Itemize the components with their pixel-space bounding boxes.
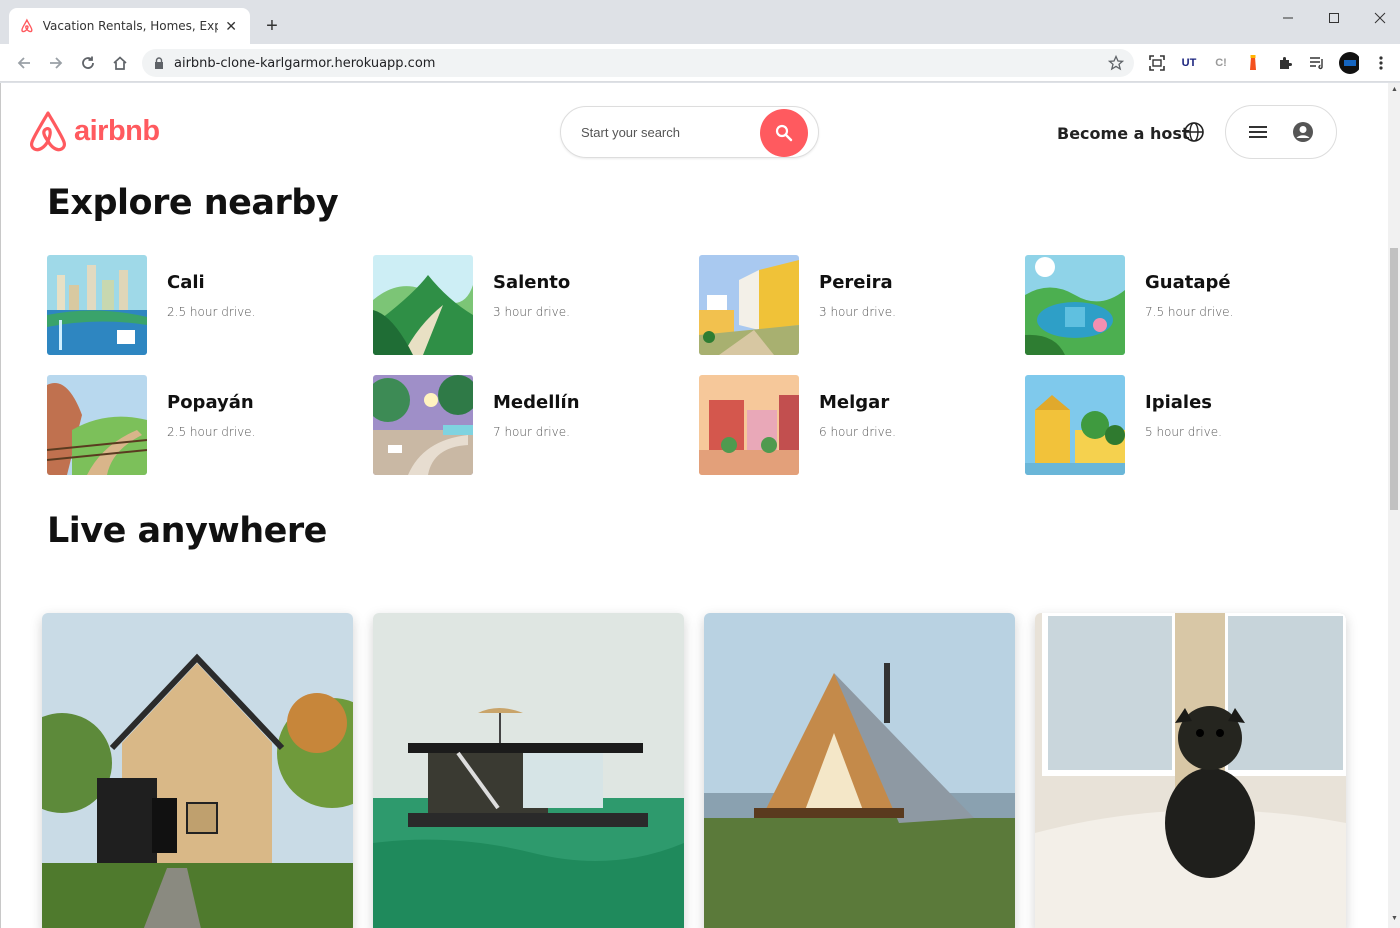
place-thumbnail [373,375,473,475]
place-name: Melgar [819,391,890,413]
tab-close-icon[interactable]: ✕ [222,17,240,35]
tab-title: Vacation Rentals, Homes, Experie [42,19,219,33]
place-card[interactable]: Ipiales 5 hour drive. [1025,375,1325,475]
become-a-host-link[interactable]: Become a host [1057,124,1190,143]
live-anywhere-card[interactable] [1035,613,1346,928]
reload-icon[interactable] [78,53,98,73]
airbnb-favicon-icon [21,18,33,33]
place-thumbnail [47,255,147,355]
page-viewport: airbnb Become a host Explore nearby Cali… [0,83,1388,928]
browser-tab[interactable]: Vacation Rentals, Homes, Experie ✕ [9,8,250,44]
lighthouse-extension-icon[interactable] [1243,53,1263,73]
hamburger-menu-icon [1249,126,1267,138]
place-distance: 3 hour drive. [819,304,896,319]
live-anywhere-heading: Live anywhere [47,511,327,551]
place-name: Guatapé [1145,271,1231,293]
scroll-up-icon[interactable]: ▲ [1391,86,1398,93]
search-button[interactable] [760,109,808,157]
place-name: Pereira [819,271,893,293]
place-distance: 2.5 hour drive. [167,304,256,319]
place-name: Cali [167,271,205,293]
ci-extension-icon[interactable]: C! [1211,53,1231,73]
close-window-icon[interactable] [1357,8,1400,28]
place-card[interactable]: Guatapé 7.5 hour drive. [1025,255,1325,355]
live-anywhere-card[interactable] [704,613,1015,928]
user-menu-button[interactable] [1225,105,1337,159]
explore-nearby-heading: Explore nearby [47,183,339,223]
place-distance: 2.5 hour drive. [167,424,256,439]
place-name: Salento [493,271,571,293]
scrollbar-thumb[interactable] [1390,248,1398,510]
place-card[interactable]: Popayán 2.5 hour drive. [47,375,347,475]
place-card[interactable]: Pereira 3 hour drive. [699,255,999,355]
a-frame-cabin-photo [704,613,1015,928]
place-thumbnail [699,375,799,475]
airbnb-logo-icon [30,111,66,152]
browser-menu-icon[interactable] [1371,53,1391,73]
scroll-down-icon[interactable]: ▼ [1391,915,1398,922]
browser-tabstrip: Vacation Rentals, Homes, Experie ✕ + [0,0,1400,44]
place-card[interactable]: Cali 2.5 hour drive. [47,255,347,355]
user-avatar-icon [1293,122,1313,142]
place-thumbnail [1025,255,1125,355]
globe-icon[interactable] [1183,121,1205,143]
cabin-photo [42,613,353,928]
place-card[interactable]: Salento 3 hour drive. [373,255,673,355]
live-anywhere-card[interactable] [373,613,684,928]
place-thumbnail [47,375,147,475]
place-thumbnail [699,255,799,355]
minimize-icon[interactable] [1265,8,1311,28]
search-input[interactable] [581,124,751,140]
search-bar[interactable] [560,106,819,158]
extensions-puzzle-icon[interactable] [1275,53,1295,73]
search-icon [775,124,793,142]
new-tab-icon[interactable]: + [262,16,282,36]
bookmark-star-icon[interactable] [1108,55,1124,71]
url-text: airbnb-clone-karlgarmor.herokuapp.com [174,55,436,71]
back-icon[interactable] [14,53,34,73]
media-control-icon[interactable] [1307,53,1327,73]
home-icon[interactable] [110,53,130,73]
place-name: Medellín [493,391,580,413]
address-bar[interactable]: airbnb-clone-karlgarmor.herokuapp.com [142,49,1134,77]
place-card[interactable]: Medellín 7 hour drive. [373,375,673,475]
live-anywhere-card[interactable] [42,613,353,928]
place-distance: 6 hour drive. [819,424,896,439]
profile-avatar-icon[interactable] [1339,52,1359,74]
logo-wordmark: airbnb [74,114,160,147]
pug-on-bed-photo [1035,613,1346,928]
lock-icon [155,57,163,69]
place-distance: 7.5 hour drive. [1145,304,1234,319]
place-distance: 3 hour drive. [493,304,570,319]
place-name: Popayán [167,391,254,413]
place-distance: 7 hour drive. [493,424,570,439]
ut-extension-icon[interactable]: UT [1179,53,1199,73]
maximize-icon[interactable] [1311,8,1357,28]
screenshot-extension-icon[interactable] [1147,53,1167,73]
place-name: Ipiales [1145,391,1212,413]
forward-icon[interactable] [46,53,66,73]
place-thumbnail [373,255,473,355]
browser-toolbar: airbnb-clone-karlgarmor.herokuapp.com UT… [0,44,1400,82]
page-scrollbar[interactable]: ▲ ▼ [1388,83,1400,928]
place-distance: 5 hour drive. [1145,424,1222,439]
airbnb-logo[interactable]: airbnb [28,110,160,152]
houseboat-photo [373,613,684,928]
place-card[interactable]: Melgar 6 hour drive. [699,375,999,475]
place-thumbnail [1025,375,1125,475]
